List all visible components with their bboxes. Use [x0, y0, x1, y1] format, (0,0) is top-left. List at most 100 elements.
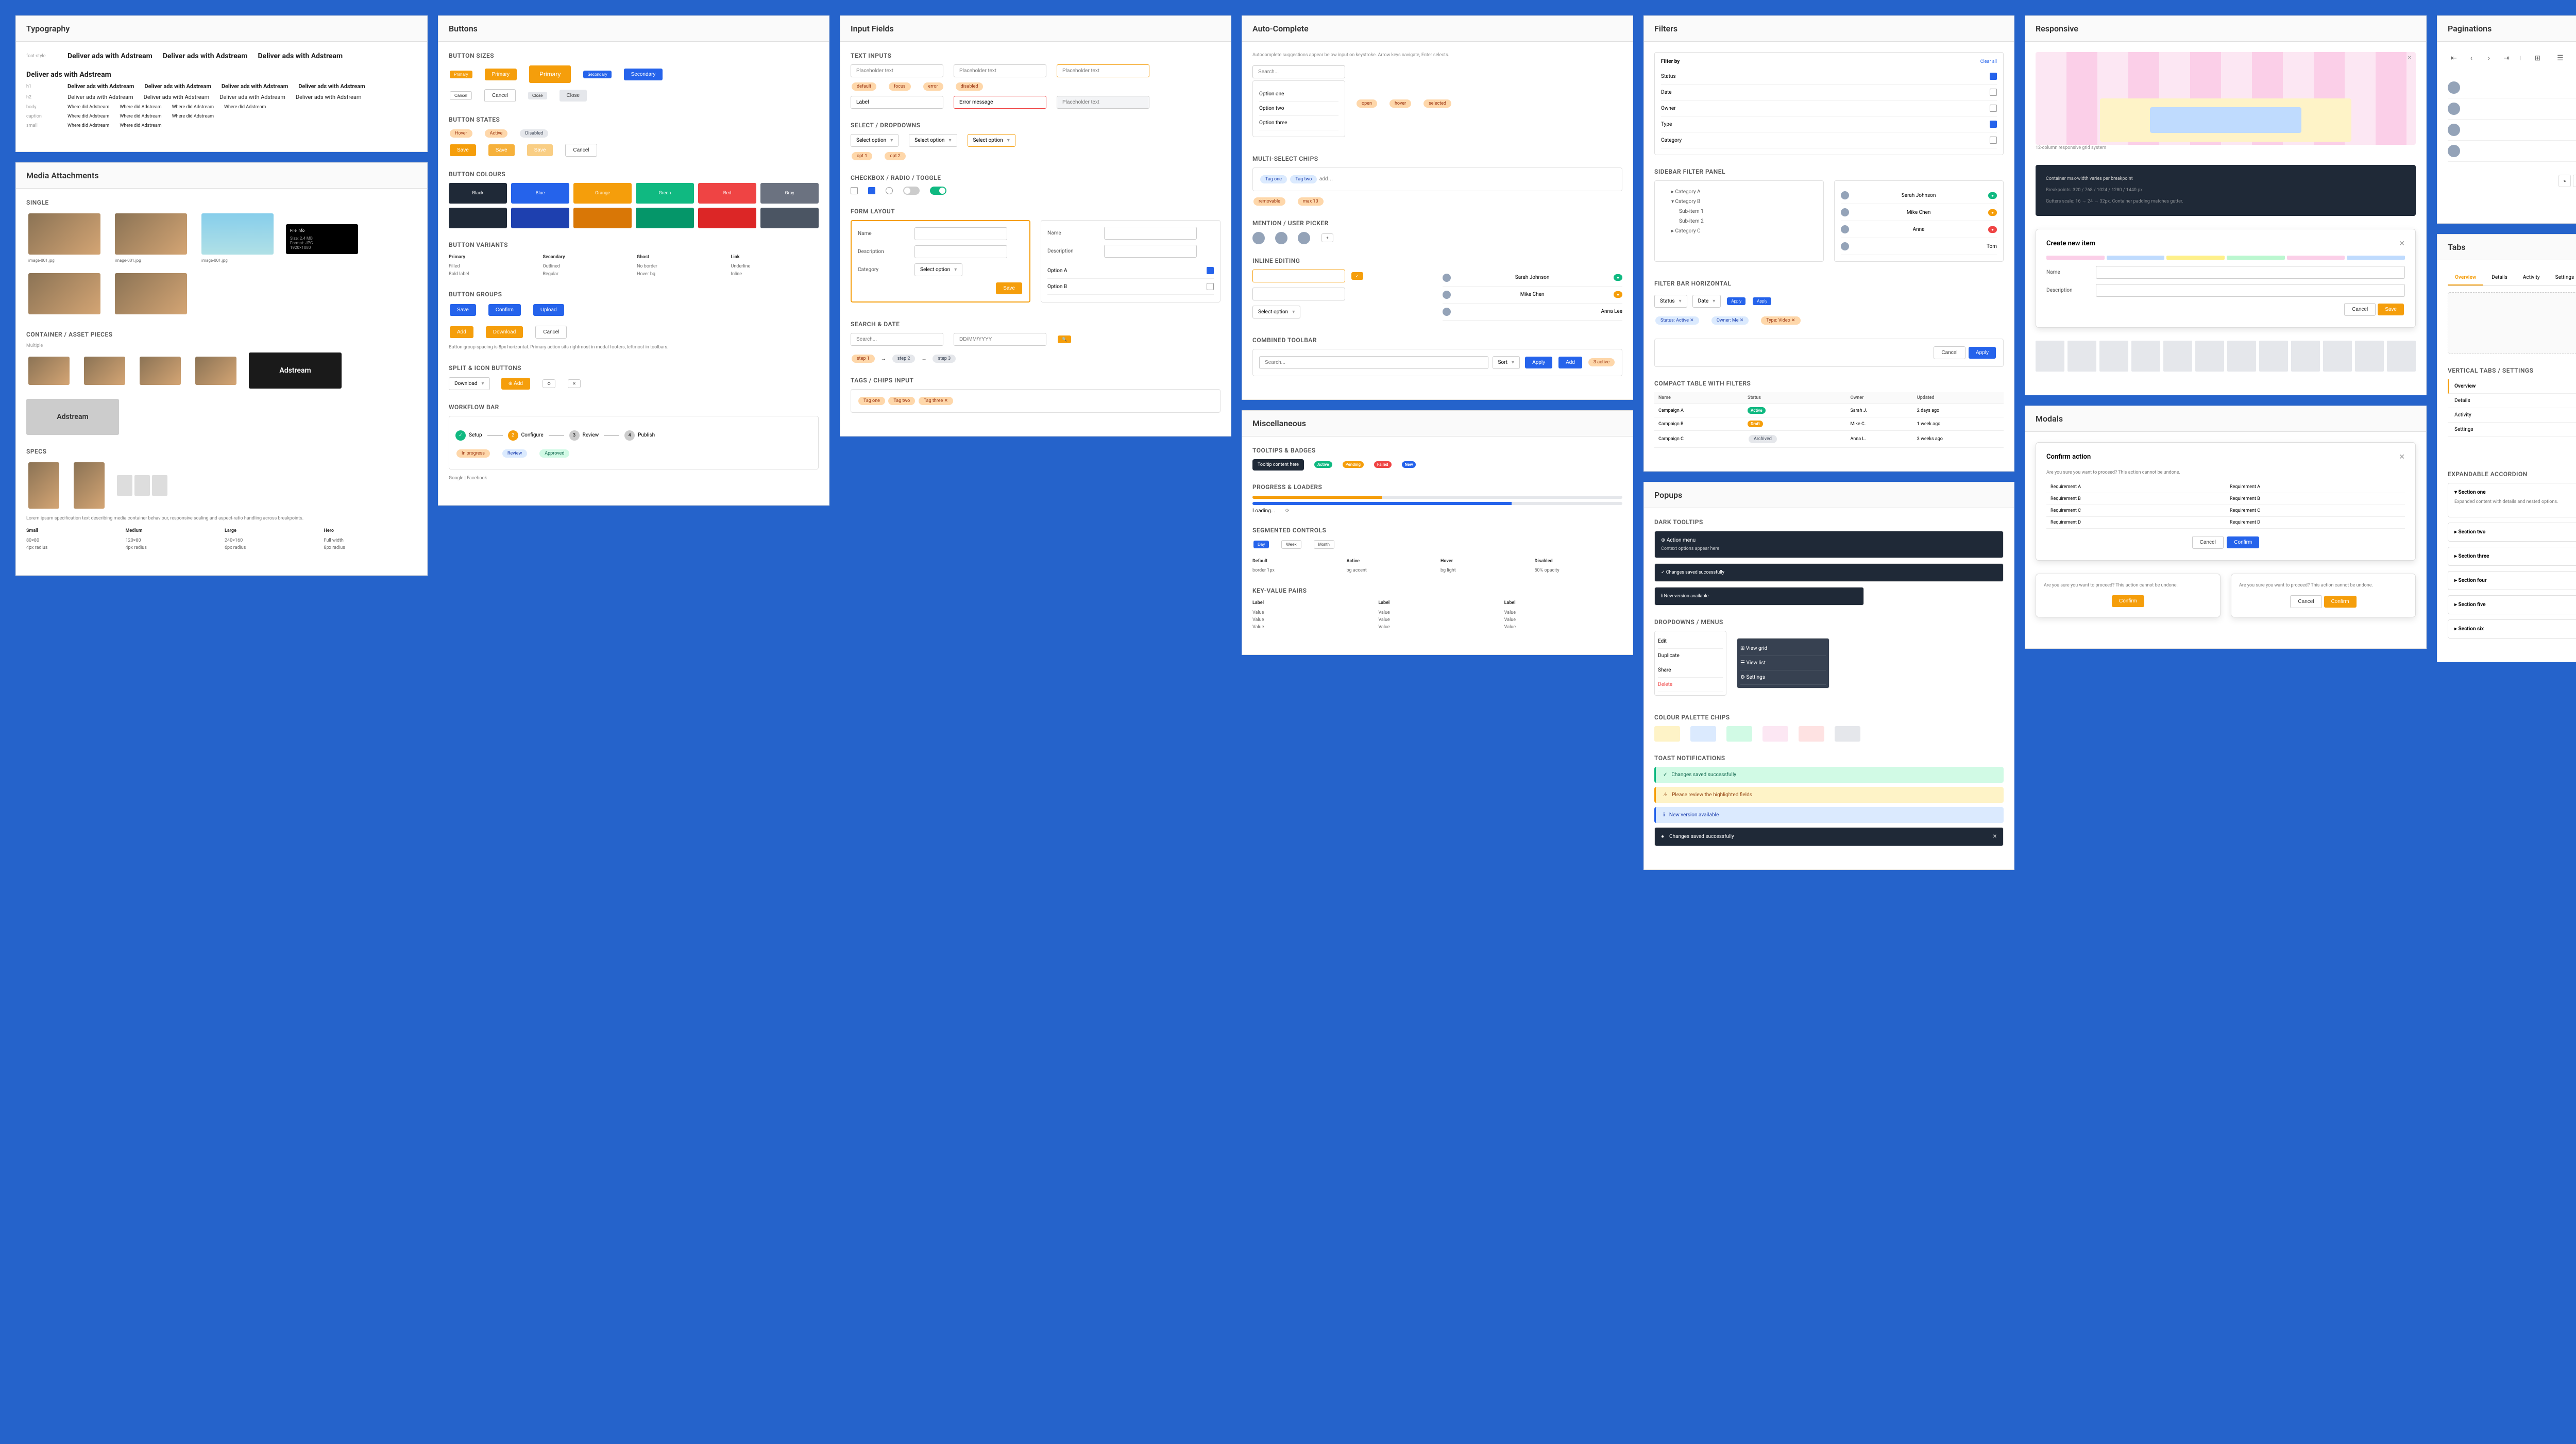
vtab[interactable]: Settings [2448, 423, 2576, 437]
chip-input[interactable] [1319, 176, 1361, 182]
add-button[interactable]: Add [450, 326, 473, 338]
button-md[interactable]: Close [560, 90, 587, 102]
thumb[interactable] [28, 357, 70, 385]
tab[interactable]: Details [2484, 271, 2515, 286]
cancel-button[interactable]: Cancel [535, 326, 567, 339]
text-input[interactable] [851, 64, 943, 77]
close-icon[interactable]: ✕ [1993, 834, 1997, 839]
autocomplete-input[interactable] [1252, 65, 1345, 78]
icon-only-button[interactable]: ⚙ [543, 379, 555, 388]
segment[interactable]: Week [1281, 540, 1301, 549]
filter-input[interactable] [1259, 356, 1488, 369]
segment[interactable]: Month [1314, 540, 1334, 549]
thumb[interactable] [84, 357, 125, 385]
confirm-button[interactable]: Confirm [2227, 536, 2259, 548]
apply-button[interactable]: Apply [1969, 347, 1996, 359]
button-lg[interactable]: Primary [529, 65, 571, 83]
icon-only-button[interactable]: ✕ [568, 379, 581, 388]
modal-input[interactable] [2096, 266, 2405, 279]
active-filter-chip[interactable]: Status: Active ✕ [1655, 316, 1699, 325]
checkbox[interactable] [851, 187, 858, 194]
color-chip[interactable] [1654, 726, 1680, 742]
button-md[interactable]: Cancel [484, 89, 516, 102]
media-card[interactable]: image-001.jpg [201, 213, 274, 265]
tree-item[interactable]: ▸ Category A [1661, 187, 1817, 197]
accordion-item[interactable]: ▸ Section two [2448, 523, 2576, 542]
media-card[interactable] [115, 273, 187, 316]
list-row[interactable]: Row item with avatar ⋮ [2448, 77, 2576, 98]
accordion-item[interactable]: ▸ Section five [2448, 595, 2576, 614]
search-input[interactable] [851, 333, 943, 346]
filter-option[interactable]: Category [1661, 132, 1997, 148]
tag-chip[interactable]: Tag three ✕ [919, 397, 953, 405]
portrait-thumb[interactable] [28, 462, 59, 509]
active-filter-chip[interactable]: Type: Video ✕ [1761, 316, 1800, 325]
submit-button[interactable]: Save [996, 282, 1022, 294]
media-card[interactable] [28, 273, 100, 316]
radio[interactable] [886, 187, 893, 194]
sort-select[interactable]: Sort [1493, 356, 1520, 369]
last-page-icon[interactable]: ⇥ [2500, 52, 2513, 64]
autocomplete-option[interactable]: Option three [1259, 116, 1338, 130]
inline-edit[interactable] [1252, 288, 1345, 300]
button-md[interactable]: Secondary [624, 69, 663, 80]
name-input[interactable] [1104, 227, 1197, 240]
list-row[interactable]: Row item with avatar ⋮ [2448, 98, 2576, 120]
ok-button[interactable]: Confirm [2324, 596, 2357, 608]
filter-option[interactable]: Date [1661, 85, 1997, 100]
text-input[interactable] [954, 64, 1046, 77]
confirm-icon[interactable]: ✓ [1351, 272, 1363, 280]
apply-button[interactable]: Add [1558, 357, 1582, 368]
inline-select[interactable]: Select option [1252, 306, 1300, 318]
menu-item[interactable]: ⚙ Settings [1740, 670, 1826, 685]
autocomplete-option[interactable]: Option one [1259, 87, 1338, 102]
prev-page-icon[interactable]: ‹ [2465, 52, 2478, 64]
tree-item[interactable]: Sub-item 1 [1661, 207, 1817, 216]
tag-chip[interactable]: Tag one [858, 397, 885, 405]
cancel-button[interactable]: Cancel [565, 144, 597, 157]
filter-option[interactable]: Owner [1661, 100, 1997, 116]
color-chip[interactable] [1762, 726, 1788, 742]
tab[interactable]: Overview [2448, 271, 2483, 286]
upload-button[interactable]: Upload [533, 304, 564, 316]
page-first[interactable]: « [2558, 175, 2571, 187]
toggle-on[interactable] [930, 187, 946, 195]
checkbox-checked[interactable] [868, 187, 875, 194]
close-icon[interactable]: ✕ [2408, 55, 2412, 61]
tab[interactable]: Activity [2516, 271, 2547, 286]
apply-button[interactable]: Apply [1753, 297, 1771, 305]
primary-button[interactable]: Save [450, 144, 476, 156]
name-input[interactable] [914, 227, 1007, 240]
filter-dropdown[interactable]: Status [1654, 295, 1687, 308]
select-input[interactable]: Select option [909, 134, 957, 147]
menu-item[interactable]: Share [1658, 663, 1723, 678]
apply-button[interactable]: Apply [1727, 297, 1745, 305]
cancel-button[interactable]: Cancel [2192, 536, 2224, 549]
text-input-error[interactable] [954, 96, 1046, 109]
list-view-icon[interactable]: ☰ [2554, 52, 2566, 64]
tag-chip[interactable]: Tag two [888, 397, 915, 405]
color-chip[interactable] [1726, 726, 1752, 742]
ok-button[interactable]: Confirm [2112, 595, 2144, 607]
list-row[interactable]: Row item with avatar ⋮ [2448, 120, 2576, 141]
desc-input[interactable] [914, 245, 1007, 258]
desc-input[interactable] [1104, 245, 1197, 258]
search-icon-button[interactable]: 🔍 [1058, 335, 1071, 343]
hover-button[interactable]: Save [488, 144, 515, 156]
option-row[interactable]: Sarah Johnson ● [1443, 270, 1622, 287]
option-row[interactable]: Anna Lee [1443, 304, 1622, 321]
first-page-icon[interactable]: ⇤ [2448, 52, 2460, 64]
button-sm[interactable]: Cancel [450, 91, 472, 100]
icon-button[interactable]: ⊕ Add [501, 378, 530, 390]
media-card[interactable]: image-001.jpg [28, 213, 100, 265]
accordion-item[interactable]: ▾ Section oneExpanded content with detai… [2448, 483, 2576, 517]
cancel-button[interactable]: Cancel [2290, 595, 2321, 608]
button-sm[interactable]: Secondary [583, 71, 611, 78]
vtab-active[interactable]: Overview [2448, 379, 2576, 394]
modal-input[interactable] [2096, 284, 2405, 297]
grid-view-icon[interactable]: ⊞ [2531, 52, 2544, 64]
page-prev[interactable]: ‹ [2573, 175, 2576, 187]
menu-item[interactable]: ⊞ View grid [1740, 642, 1826, 656]
list-row[interactable]: Row item with avatar ⋮ [2448, 141, 2576, 162]
accordion-item[interactable]: ▸ Section three [2448, 547, 2576, 566]
